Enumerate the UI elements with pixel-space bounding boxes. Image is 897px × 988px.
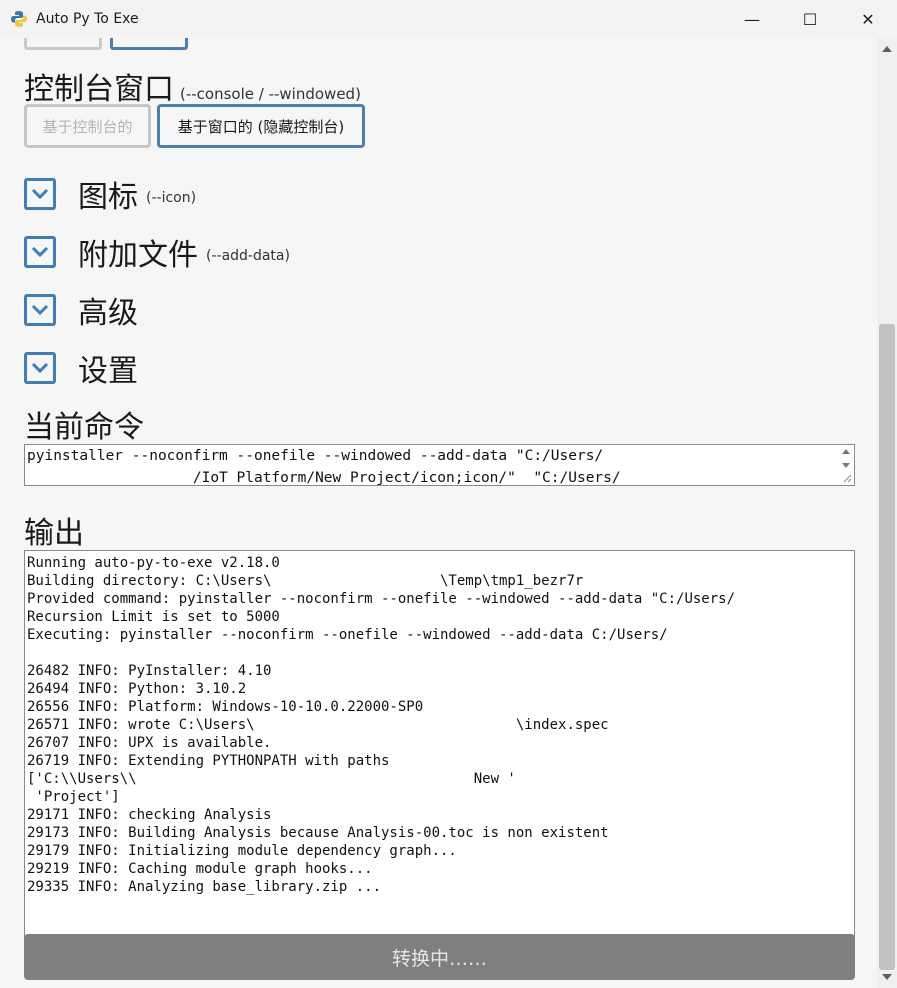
output-line: 29179 INFO: Initializing module dependen… bbox=[27, 843, 457, 859]
window-controls: — ☐ ✕ bbox=[723, 0, 897, 38]
window-based-button[interactable]: 基于窗口的 (隐藏控制台) bbox=[157, 104, 365, 148]
output-line: 26719 INFO: Extending PYTHONPATH with pa… bbox=[27, 753, 390, 769]
textarea-scroll-up-icon[interactable] bbox=[842, 449, 850, 454]
previous-option-button-1[interactable] bbox=[24, 38, 102, 50]
chevron-down-icon[interactable] bbox=[24, 294, 56, 326]
maximize-button[interactable]: ☐ bbox=[781, 0, 839, 38]
console-section-heading: 控制台窗口 (--console / --windowed) bbox=[24, 64, 361, 108]
convert-button[interactable]: 转换中…… bbox=[24, 934, 855, 980]
chevron-down-icon[interactable] bbox=[24, 178, 56, 210]
collapsible-label: 高级 bbox=[78, 296, 138, 331]
output-title: 输出 bbox=[24, 516, 84, 551]
chevron-down-icon[interactable] bbox=[24, 236, 56, 268]
collapsible-settings[interactable]: 设置 bbox=[24, 346, 138, 390]
collapsible-add-data[interactable]: 附加文件 (--add-data) bbox=[24, 230, 290, 274]
collapsible-sub: (--add-data) bbox=[206, 248, 290, 264]
output-line: 'Project'] bbox=[27, 789, 120, 805]
console-based-button[interactable]: 基于控制台的 bbox=[24, 104, 151, 148]
output-line: 29219 INFO: Caching module graph hooks..… bbox=[27, 861, 373, 877]
console-section-title: 控制台窗口 bbox=[24, 72, 174, 107]
output-line: Running auto-py-to-exe v2.18.0 bbox=[27, 555, 280, 571]
command-line-2: /IoT Platform/New Project/icon;icon/" "C… bbox=[27, 470, 621, 486]
collapsible-label: 设置 bbox=[78, 354, 138, 389]
collapsible-label: 附加文件 bbox=[78, 238, 198, 273]
current-command-textarea[interactable]: pyinstaller --noconfirm --onefile --wind… bbox=[24, 444, 855, 486]
collapsible-advanced[interactable]: 高级 bbox=[24, 288, 138, 332]
scroll-down-icon[interactable] bbox=[882, 974, 892, 980]
previous-option-buttons bbox=[24, 38, 188, 50]
output-line: 26556 INFO: Platform: Windows-10-10.0.22… bbox=[27, 699, 424, 715]
output-line: Executing: pyinstaller --noconfirm --one… bbox=[27, 627, 668, 643]
output-line: ['C:\\Users\\ New ' bbox=[27, 771, 516, 787]
command-line-1: pyinstaller --noconfirm --onefile --wind… bbox=[27, 448, 604, 464]
output-line: 29335 INFO: Analyzing base_library.zip .… bbox=[27, 879, 382, 895]
chevron-down-icon[interactable] bbox=[24, 352, 56, 384]
output-line: Recursion Limit is set to 5000 bbox=[27, 609, 280, 625]
output-line: 26494 INFO: Python: 3.10.2 bbox=[27, 681, 247, 697]
output-textarea[interactable]: Running auto-py-to-exe v2.18.0 Building d… bbox=[24, 550, 855, 966]
output-line: Provided command: pyinstaller --noconfir… bbox=[27, 591, 736, 607]
vertical-scroll-thumb[interactable] bbox=[879, 324, 895, 970]
output-line: 26707 INFO: UPX is available. bbox=[27, 735, 272, 751]
output-line: Building directory: C:\Users\ \Temp\tmp1… bbox=[27, 573, 584, 589]
main-content: 控制台窗口 (--console / --windowed) 基于控制台的 基于窗… bbox=[0, 38, 877, 988]
output-line: 26482 INFO: PyInstaller: 4.10 bbox=[27, 663, 272, 679]
output-line: 29173 INFO: Building Analysis because An… bbox=[27, 825, 609, 841]
current-command-title: 当前命令 bbox=[24, 410, 144, 445]
close-button[interactable]: ✕ bbox=[839, 0, 897, 38]
collapsible-sub: (--icon) bbox=[146, 190, 197, 206]
scroll-up-icon[interactable] bbox=[882, 46, 892, 52]
minimize-button[interactable]: — bbox=[723, 0, 781, 38]
output-line: 29171 INFO: checking Analysis bbox=[27, 807, 272, 823]
output-line: 26571 INFO: wrote C:\Users\ \index.spec bbox=[27, 717, 609, 733]
output-lines: Running auto-py-to-exe v2.18.0 Building d… bbox=[25, 551, 854, 896]
collapsible-label: 图标 bbox=[78, 180, 138, 215]
title-bar: Auto Py To Exe — ☐ ✕ bbox=[0, 0, 897, 38]
console-section-subtitle: (--console / --windowed) bbox=[180, 85, 361, 103]
window-title: Auto Py To Exe bbox=[36, 11, 139, 27]
collapsible-icon[interactable]: 图标 (--icon) bbox=[24, 172, 196, 216]
previous-option-button-2[interactable] bbox=[110, 38, 188, 50]
resize-grip-icon[interactable] bbox=[842, 473, 852, 483]
textarea-scroll-down-icon[interactable] bbox=[842, 463, 850, 468]
page-vertical-scrollbar[interactable] bbox=[877, 38, 897, 988]
python-logo-icon bbox=[11, 11, 27, 27]
